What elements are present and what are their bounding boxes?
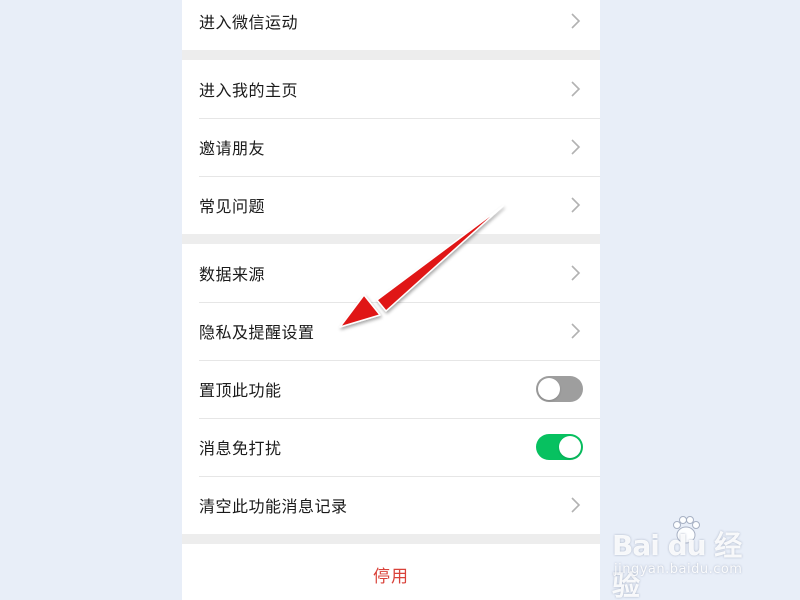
menu-item-label: 常见问题 <box>199 197 266 216</box>
chevron-right-icon <box>568 263 582 283</box>
settings-screen: 进入微信运动 进入我的主页 邀请朋友 常见问题 数据来源 隐私及提醒设置 置顶此… <box>182 0 600 600</box>
menu-item-label: 消息免打扰 <box>199 439 282 458</box>
chevron-right-icon <box>568 137 582 157</box>
chevron-right-icon <box>568 195 582 215</box>
baidu-jingyan-watermark: Bai du 经验 jingyan.baidu.com <box>612 512 762 600</box>
menu-item-label: 邀请朋友 <box>199 139 266 158</box>
disable-group: 停用 <box>182 544 600 600</box>
menu-item-faq[interactable]: 常见问题 <box>182 176 600 234</box>
pin-to-top-toggle[interactable] <box>536 376 583 402</box>
menu-item-data-source[interactable]: 数据来源 <box>182 244 600 302</box>
settings-group-3: 数据来源 隐私及提醒设置 置顶此功能 消息免打扰 清空此功能消息记录 <box>182 244 600 534</box>
menu-item-invite-friends[interactable]: 邀请朋友 <box>182 118 600 176</box>
chevron-right-icon <box>568 321 582 341</box>
menu-item-wechat-sports[interactable]: 进入微信运动 <box>182 0 600 50</box>
disable-button[interactable]: 停用 <box>182 544 600 600</box>
settings-group-1: 进入微信运动 <box>182 0 600 50</box>
menu-item-clear-history[interactable]: 清空此功能消息记录 <box>182 476 600 534</box>
settings-group-2: 进入我的主页 邀请朋友 常见问题 <box>182 60 600 234</box>
menu-item-mute-notifications: 消息免打扰 <box>182 418 600 476</box>
menu-item-pin-to-top: 置顶此功能 <box>182 360 600 418</box>
chevron-right-icon <box>568 495 582 515</box>
menu-item-label: 进入我的主页 <box>199 81 299 100</box>
menu-item-label: 进入微信运动 <box>199 13 299 32</box>
watermark-sub-text: jingyan.baidu.com <box>614 562 743 577</box>
menu-item-label: 清空此功能消息记录 <box>199 497 348 516</box>
menu-item-label: 隐私及提醒设置 <box>199 323 315 342</box>
menu-item-privacy-settings[interactable]: 隐私及提醒设置 <box>182 302 600 360</box>
disable-button-label: 停用 <box>373 566 409 587</box>
chevron-right-icon <box>568 79 582 99</box>
toggle-knob <box>538 378 560 400</box>
menu-item-my-homepage[interactable]: 进入我的主页 <box>182 60 600 118</box>
chevron-right-icon <box>568 11 582 31</box>
mute-notifications-toggle[interactable] <box>536 434 583 460</box>
toggle-knob <box>559 436 581 458</box>
menu-item-label: 数据来源 <box>199 265 266 284</box>
menu-item-label: 置顶此功能 <box>199 381 282 400</box>
